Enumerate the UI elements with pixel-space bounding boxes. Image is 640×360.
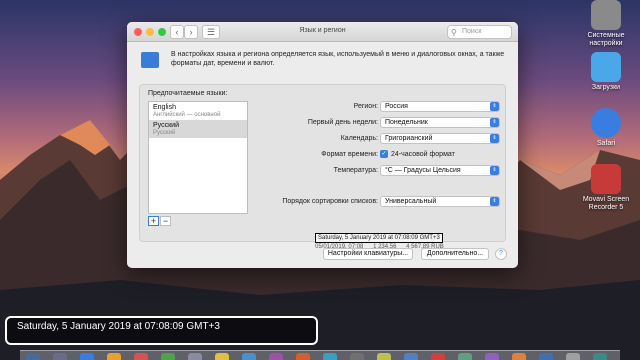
language-name: Русский <box>153 122 179 129</box>
time-format-label: Формат времени: <box>321 151 378 158</box>
sort-order-row: Порядок сортировки списков: Универсальны… <box>258 196 503 208</box>
chevron-updown-icon: ⇕ <box>490 102 499 111</box>
sample-date-long: Saturday, 5 January 2019 at 07:08:09 GMT… <box>315 233 443 243</box>
zoom-icon[interactable] <box>158 28 166 36</box>
language-list[interactable]: English Английский — основной Русский Ру… <box>148 101 248 214</box>
desktop-icon-system-preferences[interactable]: Системные настройки <box>572 0 640 48</box>
search-placeholder: Поиск <box>462 28 482 35</box>
desktop-icon-downloads[interactable]: Загрузки <box>572 52 640 92</box>
dock-app-icon[interactable] <box>80 353 94 360</box>
advanced-button[interactable]: Дополнительно... <box>421 248 489 260</box>
sort-order-value: Универсальный <box>385 198 437 205</box>
first-day-select[interactable]: Понедельник ⇕ <box>380 117 500 128</box>
temperature-label: Температура: <box>333 167 378 174</box>
region-label: Регион: <box>353 103 378 110</box>
dock-app-icon[interactable] <box>539 353 553 360</box>
help-button[interactable]: ? <box>495 248 507 260</box>
search-input[interactable]: ⚲ Поиск <box>447 25 512 39</box>
time-format-row: Формат времени: ✓ 24-часовой формат <box>258 149 503 161</box>
first-day-label: Первый день недели: <box>307 119 378 126</box>
calendar-label: Календарь: <box>340 135 378 142</box>
chevron-updown-icon: ⇕ <box>490 197 499 206</box>
dock-app-icon[interactable] <box>242 353 256 360</box>
forward-button[interactable]: › <box>184 25 198 39</box>
chevron-updown-icon: ⇕ <box>490 118 499 127</box>
language-subtitle: Английский — основной <box>153 112 221 118</box>
dock-app-icon[interactable] <box>431 353 445 360</box>
dock-app-icon[interactable] <box>566 353 580 360</box>
first-day-value: Понедельник <box>385 119 428 126</box>
calendar-row: Календарь: Григорианский ⇕ <box>258 133 503 145</box>
close-icon[interactable] <box>134 28 142 36</box>
language-subtitle: Русский <box>153 130 176 136</box>
desktop-icon-label: Загрузки <box>591 84 621 91</box>
dock-app-icon[interactable] <box>107 353 121 360</box>
search-icon: ⚲ <box>451 28 457 37</box>
add-language-button[interactable]: + <box>148 216 159 226</box>
window-titlebar: ‹ › ☰ Язык и регион ⚲ Поиск <box>127 22 518 42</box>
language-region-window: ‹ › ☰ Язык и регион ⚲ Поиск В настройках… <box>127 22 518 268</box>
dock-app-icon[interactable] <box>404 353 418 360</box>
dock-app-icon[interactable] <box>323 353 337 360</box>
sort-order-select[interactable]: Универсальный ⇕ <box>380 196 500 207</box>
back-button[interactable]: ‹ <box>170 25 184 39</box>
desktop-icon-label: Movavi Screen Recorder 5 <box>582 196 630 211</box>
desktop-icon-safari[interactable]: Safari <box>572 108 640 148</box>
sort-order-label: Порядок сортировки списков: <box>282 198 378 205</box>
first-day-row: Первый день недели: Понедельник ⇕ <box>258 117 503 129</box>
dock-app-icon[interactable] <box>458 353 472 360</box>
dock-app-icon[interactable] <box>215 353 229 360</box>
temperature-row: Температура: °С — Градусы Цельсия ⇕ <box>258 165 503 177</box>
chevron-updown-icon: ⇕ <box>490 166 499 175</box>
show-all-grid-button[interactable]: ☰ <box>202 25 220 39</box>
preferred-languages-label: Предпочитаемые языки: <box>148 90 228 97</box>
dock-app-icon[interactable] <box>296 353 310 360</box>
time-format-checkbox-label: 24-часовой формат <box>391 151 455 158</box>
dock-app-icon[interactable] <box>485 353 499 360</box>
recording-caption: Saturday, 5 January 2019 at 07:08:09 GMT… <box>5 316 318 345</box>
language-name: English <box>153 104 176 111</box>
dock-app-icon[interactable] <box>26 353 40 360</box>
remove-language-button[interactable]: − <box>160 216 171 226</box>
recorder-icon <box>591 164 621 194</box>
time-format-checkbox[interactable]: ✓ <box>380 150 388 158</box>
info-text: В настройках языка и региона определяетс… <box>171 51 505 67</box>
desktop-icon-label: Системные настройки <box>587 32 625 47</box>
folder-icon <box>591 52 621 82</box>
dock-app-icon[interactable] <box>350 353 364 360</box>
calendar-select[interactable]: Григорианский ⇕ <box>380 133 500 144</box>
settings-panel: Предпочитаемые языки: English Английский… <box>139 84 506 242</box>
dock-app-icon[interactable] <box>269 353 283 360</box>
calendar-value: Григорианский <box>385 135 433 142</box>
dock-app-icon[interactable] <box>134 353 148 360</box>
dock-app-icon[interactable] <box>53 353 67 360</box>
region-value: Россия <box>385 103 408 110</box>
dock-app-icon[interactable] <box>377 353 391 360</box>
dock-app-icon[interactable] <box>593 353 607 360</box>
desktop-icon-movavi[interactable]: Movavi Screen Recorder 5 <box>572 164 640 212</box>
dock-app-icon[interactable] <box>188 353 202 360</box>
keyboard-preferences-button[interactable]: Настройки клавиатуры... <box>323 248 413 260</box>
minimize-icon[interactable] <box>146 28 154 36</box>
temperature-value: °С — Градусы Цельсия <box>385 167 461 174</box>
desktop-icon-label: Safari <box>596 140 616 147</box>
info-section: В настройках языка и региона определяетс… <box>141 50 511 68</box>
temperature-select[interactable]: °С — Градусы Цельсия ⇕ <box>380 165 500 176</box>
un-flag-icon <box>141 52 159 68</box>
dock-app-icon[interactable] <box>161 353 175 360</box>
chevron-updown-icon: ⇕ <box>490 134 499 143</box>
list-item[interactable]: English Английский — основной <box>149 102 247 120</box>
region-row: Регион: Россия ⇕ <box>258 101 503 113</box>
safari-icon <box>591 108 621 138</box>
dock-app-icon[interactable] <box>512 353 526 360</box>
list-item[interactable]: Русский Русский <box>149 120 247 138</box>
system-preferences-icon <box>591 0 621 30</box>
region-select[interactable]: Россия ⇕ <box>380 101 500 112</box>
